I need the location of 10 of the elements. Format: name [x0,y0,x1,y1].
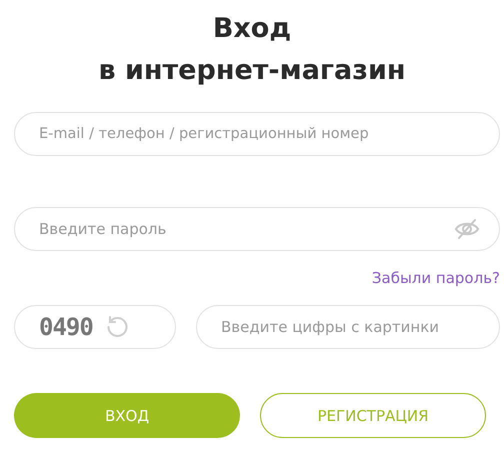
login-button[interactable]: ВХОД [14,393,240,438]
hidden-eye-icon[interactable] [454,218,480,240]
register-button[interactable]: РЕГИСТРАЦИЯ [260,393,486,438]
password-field[interactable]: Введите пароль [14,207,500,251]
refresh-icon[interactable] [104,315,129,339]
login-field[interactable]: E-mail / телефон / регистрационный номер [14,112,500,156]
page-title: Вход в интернет-магазин [97,12,407,88]
captcha-input-field[interactable]: Введите цифры с картинки [196,305,500,349]
forgot-password-link[interactable]: Забыли пароль? [372,269,500,287]
captcha-digits: 0490 [39,313,93,341]
